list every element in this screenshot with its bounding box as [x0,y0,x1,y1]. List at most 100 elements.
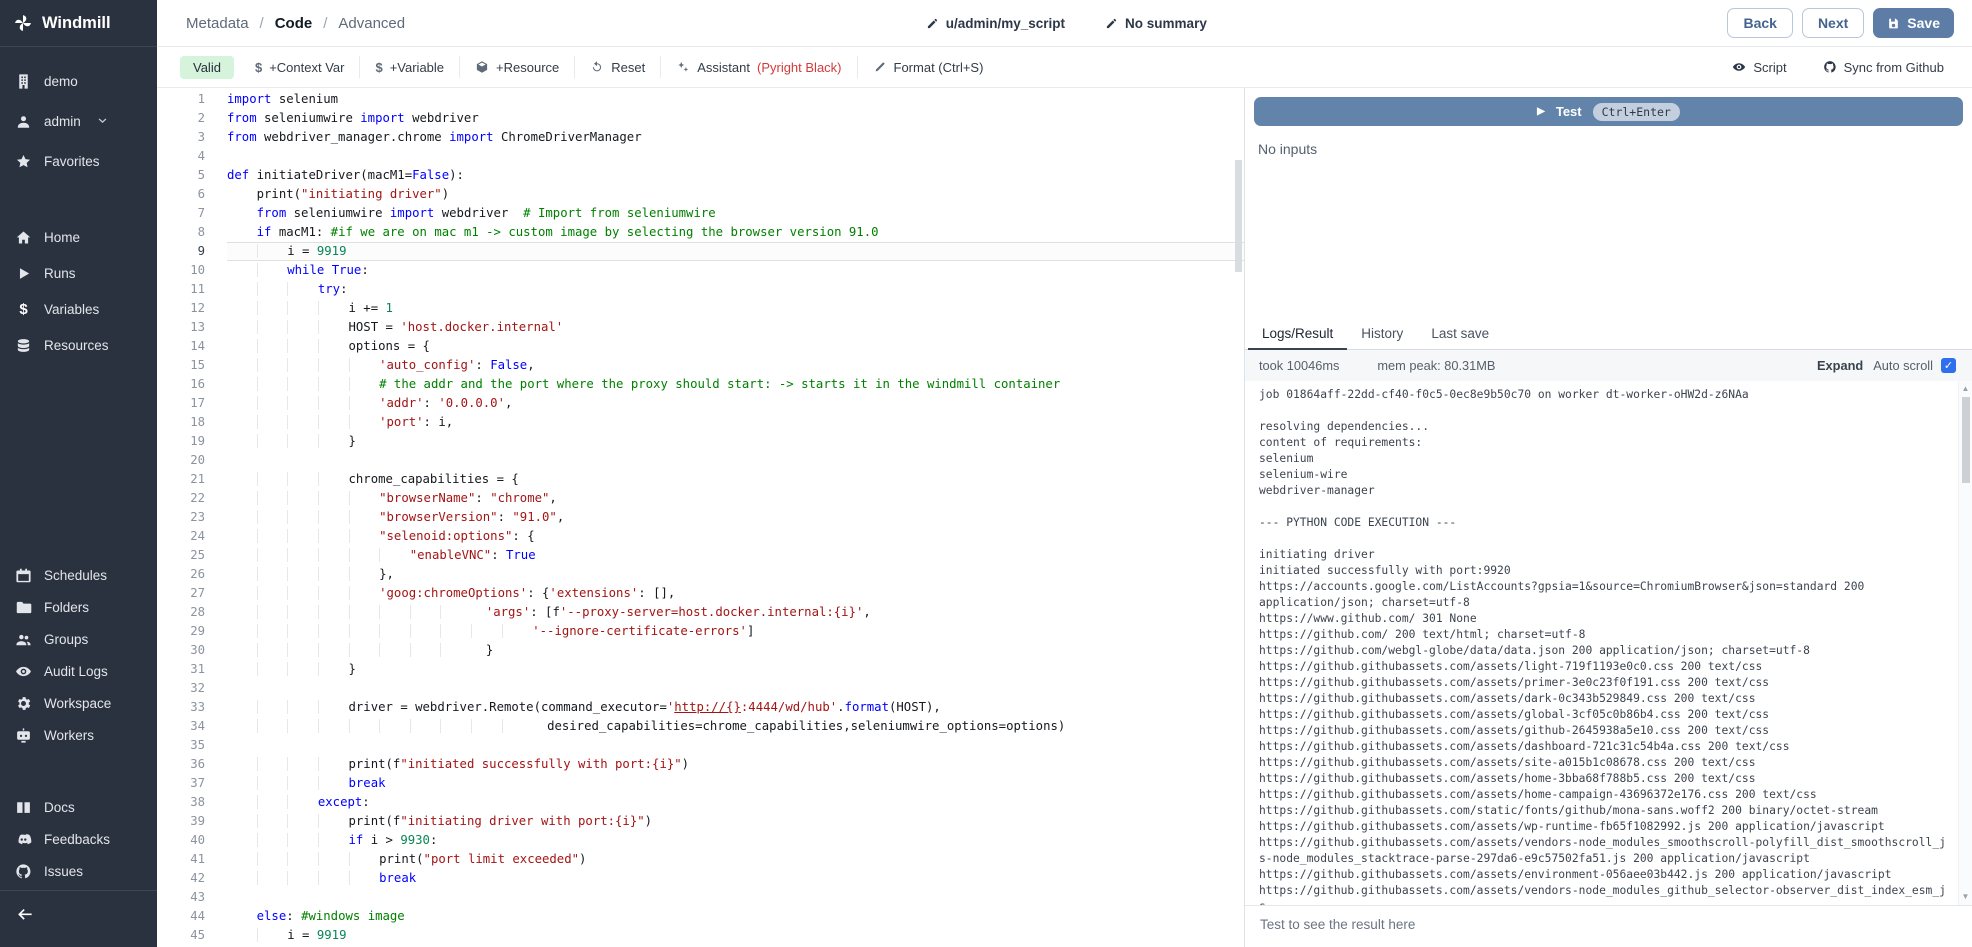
save-button[interactable]: Save [1873,8,1954,38]
sidebar-item-favorites[interactable]: Favorites [0,141,157,181]
code-line[interactable]: chrome_capabilities = { [227,470,1244,489]
user-icon [15,113,32,130]
code-line[interactable]: "browserName": "chrome", [227,489,1244,508]
code-line[interactable]: i = 9919 [227,926,1244,945]
scroll-down-arrow-icon[interactable]: ▼ [1959,891,1972,903]
sidebar-item-audit-logs[interactable]: Audit Logs [0,655,157,687]
content-row: 1234567891011121314151617181920212223242… [157,88,1972,947]
sidebar-item-groups[interactable]: Groups [0,623,157,655]
tab-metadata[interactable]: Metadata [186,15,249,32]
code-line[interactable]: HOST = 'host.docker.internal' [227,318,1244,337]
toolbar-context-var[interactable]: $+Context Var [240,56,360,78]
sidebar-item-workspace[interactable]: Workspace [0,687,157,719]
code-line[interactable]: } [227,660,1244,679]
sidebar-item-home[interactable]: Home [0,219,157,255]
code-line[interactable]: 'addr': '0.0.0.0', [227,394,1244,413]
code-line[interactable]: import selenium [227,90,1244,109]
toolbar-variable[interactable]: $+Variable [359,56,459,78]
code-line[interactable]: options = { [227,337,1244,356]
line-number: 40 [157,831,205,850]
code-editor[interactable]: 1234567891011121314151617181920212223242… [157,88,1245,947]
code-line[interactable] [227,679,1244,698]
toolbar-script[interactable]: Script [1732,56,1786,78]
code-line[interactable]: i += 1 [227,299,1244,318]
logs-output[interactable]: job 01864aff-22dd-cf40-f0c5-0ec8e9b50c70… [1259,387,1952,905]
code-line[interactable]: 'auto_config': False, [227,356,1244,375]
code-line[interactable]: } [227,432,1244,451]
sidebar-item-label: Workspace [44,696,111,711]
app-logo[interactable]: Windmill [0,0,157,47]
code-line[interactable]: def initiateDriver(macM1=False): [227,166,1244,185]
toolbar-item-label: +Resource [496,60,559,75]
code-line[interactable]: break [227,869,1244,888]
code-line[interactable]: if i > 9930: [227,831,1244,850]
sidebar-item-schedules[interactable]: Schedules [0,559,157,591]
test-button[interactable]: ▶ Test Ctrl+Enter [1254,97,1963,126]
next-button[interactable]: Next [1802,8,1864,38]
sidebar-item-runs[interactable]: Runs [0,255,157,291]
code-line[interactable]: from seleniumwire import webdriver # Imp… [227,204,1244,223]
code-line[interactable]: "enableVNC": True [227,546,1244,565]
toolbar-item-label: Script [1753,60,1786,75]
toolbar-assistant[interactable]: Assistant (Pyright Black) [660,56,856,78]
tab-code[interactable]: Code [275,15,313,32]
code-line[interactable]: desired_capabilities=chrome_capabilities… [227,717,1244,736]
code-line[interactable] [227,147,1244,166]
sidebar-item-variables[interactable]: $Variables [0,291,157,327]
code-line[interactable]: while True: [227,261,1244,280]
sidebar-item-workers[interactable]: Workers [0,719,157,751]
code-line[interactable]: break [227,774,1244,793]
code-line[interactable]: "selenoid:options": { [227,527,1244,546]
toolbar-format-ctrl-s[interactable]: Format (Ctrl+S) [857,56,999,78]
code-line[interactable]: "browserVersion": "91.0", [227,508,1244,527]
code-line[interactable]: }, [227,565,1244,584]
code-line[interactable]: driver = webdriver.Remote(command_execut… [227,698,1244,717]
code-line[interactable]: '--ignore-certificate-errors'] [227,622,1244,641]
logs-scrollbar-thumb[interactable] [1962,397,1970,483]
auto-scroll-checkbox[interactable]: ✓ [1941,358,1956,373]
code-line[interactable]: print(f"initiated successfully with port… [227,755,1244,774]
tab-history[interactable]: History [1347,318,1417,349]
toolbar-resource[interactable]: +Resource [459,56,574,78]
code-line[interactable]: print("initiating driver") [227,185,1244,204]
code-line[interactable]: 'port': i, [227,413,1244,432]
toolbar-reset[interactable]: Reset [574,56,660,78]
tab-last-save[interactable]: Last save [1417,318,1503,349]
sidebar-item-issues[interactable]: Issues [0,855,157,887]
sidebar-item-folders[interactable]: Folders [0,591,157,623]
collapse-sidebar-button[interactable] [15,905,34,924]
code-line[interactable] [227,451,1244,470]
code-line[interactable]: except: [227,793,1244,812]
code-line[interactable]: from seleniumwire import webdriver [227,109,1244,128]
code-line[interactable]: if macM1: #if we are on mac m1 -> custom… [227,223,1244,242]
editor-scrollbar-thumb[interactable] [1235,160,1242,272]
sidebar-item-demo[interactable]: demo [0,61,157,101]
sidebar-item-feedbacks[interactable]: Feedbacks [0,823,157,855]
refresh-icon [590,60,604,74]
sidebar-item-resources[interactable]: Resources [0,327,157,363]
toolbar-sync-from-github[interactable]: Sync from Github [1823,56,1944,78]
line-number: 19 [157,432,205,451]
code-line[interactable]: try: [227,280,1244,299]
code-line[interactable]: print(f"initiating driver with port:{i}"… [227,812,1244,831]
code-line[interactable]: 'goog:chromeOptions': {'extensions': [], [227,584,1244,603]
sidebar-item-docs[interactable]: Docs [0,791,157,823]
code-line[interactable] [227,888,1244,907]
code-line[interactable]: # the addr and the port where the proxy … [227,375,1244,394]
back-button[interactable]: Back [1727,8,1792,38]
code-line[interactable]: } [227,641,1244,660]
expand-button[interactable]: Expand [1817,358,1863,373]
code-line[interactable]: i = 9919 [227,242,1244,261]
code-line[interactable]: from webdriver_manager.chrome import Chr… [227,128,1244,147]
tab-advanced[interactable]: Advanced [338,15,405,32]
code-line[interactable] [227,736,1244,755]
scroll-up-arrow-icon[interactable]: ▲ [1959,383,1972,395]
sidebar-item-admin[interactable]: admin [0,101,157,141]
code-lines[interactable]: import seleniumfrom seleniumwire import … [219,88,1244,947]
code-line[interactable]: 'args': [f'--proxy-server=host.docker.in… [227,603,1244,622]
script-summary[interactable]: No summary [1105,16,1207,31]
code-line[interactable]: print("port limit exceeded") [227,850,1244,869]
script-path[interactable]: u/admin/my_script [926,16,1065,31]
code-line[interactable]: else: #windows image [227,907,1244,926]
tab-logs-result[interactable]: Logs/Result [1248,318,1347,350]
